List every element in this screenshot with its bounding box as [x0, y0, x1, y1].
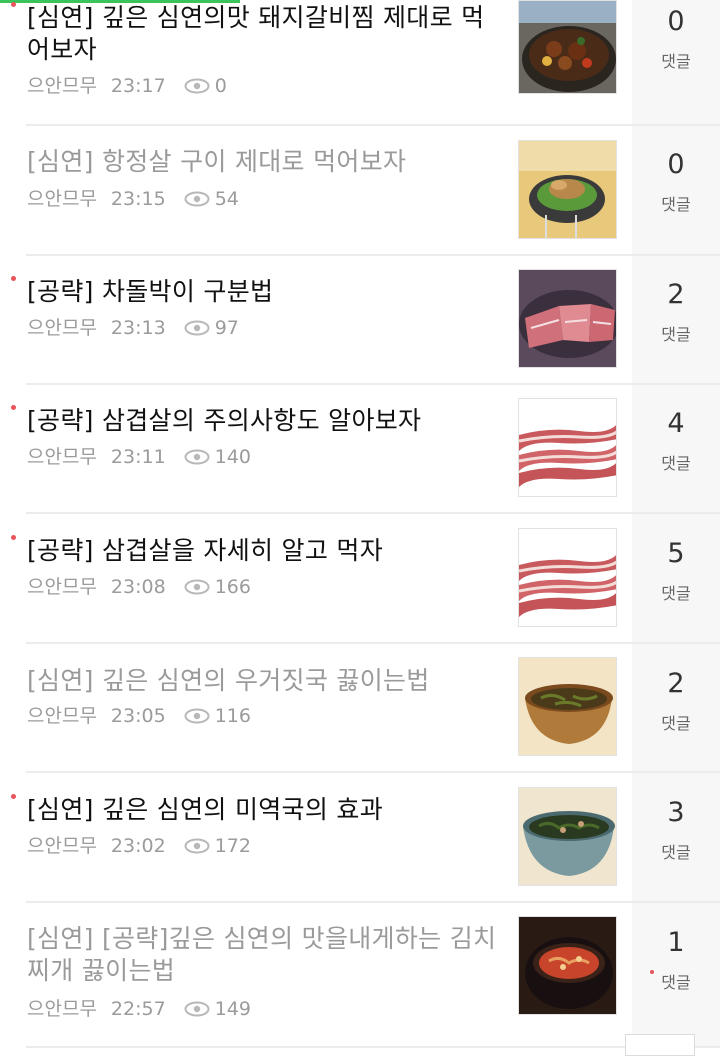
post-views: 54: [214, 188, 239, 210]
post-title[interactable]: [공략] 삼겹살의 주의사항도 알아보자: [27, 405, 497, 437]
eye-icon: [184, 320, 210, 336]
post-time: 23:17: [110, 75, 166, 97]
post-title[interactable]: [심연] 깊은 심연의 우거짓국 끓이는법: [27, 665, 497, 697]
comment-label: 댓글: [661, 714, 691, 733]
post-author: 으안므무: [27, 446, 97, 468]
post-time: 23:05: [110, 705, 166, 727]
eye-icon: [184, 1001, 210, 1017]
grilled-pork-jowl-thumbnail[interactable]: [518, 140, 617, 239]
cabbage-soup-thumbnail[interactable]: [518, 657, 617, 756]
post-views: 0: [214, 75, 227, 97]
post-meta: 으안므무 23:15 54: [27, 185, 239, 213]
post-title[interactable]: [심연] 깊은 심연의맛 돼지갈비찜 제대로 먹어보자: [27, 2, 497, 66]
post-meta: 으안므무 23:02 172: [27, 832, 251, 860]
post-item[interactable]: [심연] 깊은 심연의맛 돼지갈비찜 제대로 먹어보자 으안므무 23:17 0: [0, 0, 720, 126]
post-time: 23:13: [110, 317, 166, 339]
post-views: 116: [214, 705, 251, 727]
eye-icon: [184, 838, 210, 854]
post-views: 172: [214, 835, 251, 857]
post-author: 으안므무: [27, 576, 97, 598]
eye-icon: [184, 191, 210, 207]
comment-count-box[interactable]: 4 댓글: [632, 385, 720, 512]
post-author: 으안므무: [27, 317, 97, 339]
pork-belly-thumbnail[interactable]: [518, 398, 617, 497]
post-item[interactable]: [심연] [공략]깊은 심연의 맛을내게하는 김치찌개 끓이는법 으안므무 22…: [0, 903, 720, 1048]
new-indicator-dot: [11, 405, 16, 410]
post-item[interactable]: [공략] 삼겹살을 자세히 알고 먹자 으안므무 23:08 166 5 댓글: [0, 514, 720, 644]
comment-count-box[interactable]: 1 댓글: [632, 903, 720, 1048]
beef-brisket-thumbnail[interactable]: [518, 269, 617, 368]
comment-label: 댓글: [661, 973, 691, 992]
comment-label: 댓글: [661, 584, 691, 603]
comment-count-box[interactable]: 2 댓글: [632, 644, 720, 771]
braised-pork-ribs-thumbnail[interactable]: [518, 0, 617, 94]
comment-count: 2: [667, 668, 685, 699]
comment-count-box[interactable]: 5 댓글: [632, 514, 720, 642]
post-item[interactable]: [심연] 항정살 구이 제대로 먹어보자 으안므무 23:15 54 0 댓글: [0, 126, 720, 256]
post-title[interactable]: [공략] 차돌박이 구분법: [27, 276, 497, 308]
post-author: 으안므무: [27, 835, 97, 857]
new-indicator-dot: [11, 276, 16, 281]
post-author: 으안므무: [27, 998, 97, 1020]
post-views: 97: [214, 317, 239, 339]
comment-count: 0: [667, 6, 685, 37]
post-time: 23:02: [110, 835, 166, 857]
post-meta: 으안므무 23:08 166: [27, 573, 251, 601]
post-item[interactable]: [심연] 깊은 심연의 미역국의 효과 으안므무 23:02 172 3 댓글: [0, 773, 720, 903]
pork-belly-thumbnail[interactable]: [518, 528, 617, 627]
post-meta: 으안므무 23:05 116: [27, 702, 251, 730]
comment-label: 댓글: [661, 843, 691, 862]
post-item[interactable]: [공략] 삼겹살의 주의사항도 알아보자 으안므무 23:11 140 4 댓글: [0, 385, 720, 514]
post-time: 23:11: [110, 446, 166, 468]
post-views: 149: [214, 998, 251, 1020]
comment-count: 2: [667, 279, 685, 310]
post-time: 22:57: [110, 998, 166, 1020]
post-author: 으안므무: [27, 705, 97, 727]
floating-button-edge[interactable]: [625, 1034, 695, 1056]
comment-label: 댓글: [661, 52, 691, 71]
post-title[interactable]: [심연] [공략]깊은 심연의 맛을내게하는 김치찌개 끓이는법: [27, 923, 497, 987]
post-time: 23:08: [110, 576, 166, 598]
post-item[interactable]: [공략] 차돌박이 구분법 으안므무 23:13 97 2 댓글: [0, 256, 720, 385]
kimchi-stew-thumbnail[interactable]: [518, 916, 617, 1015]
comment-count-box[interactable]: 0 댓글: [632, 0, 720, 124]
comment-label: 댓글: [661, 325, 691, 344]
post-author: 으안므무: [27, 188, 97, 210]
comment-count: 4: [667, 408, 685, 439]
post-meta: 으안므무 23:17 0: [27, 72, 227, 100]
eye-icon: [184, 78, 210, 94]
eye-icon: [184, 449, 210, 465]
post-title[interactable]: [심연] 항정살 구이 제대로 먹어보자: [27, 146, 497, 178]
comment-count-box[interactable]: 3 댓글: [632, 773, 720, 901]
post-time: 23:15: [110, 188, 166, 210]
post-item[interactable]: [심연] 깊은 심연의 우거짓국 끓이는법 으안므무 23:05 116 2 댓…: [0, 644, 720, 773]
eye-icon: [184, 708, 210, 724]
new-indicator-dot: [11, 794, 16, 799]
post-title[interactable]: [공략] 삼겹살을 자세히 알고 먹자: [27, 535, 497, 567]
comment-count: 0: [667, 149, 685, 180]
comment-count-box[interactable]: 0 댓글: [632, 126, 720, 254]
post-meta: 으안므무 23:13 97: [27, 314, 239, 342]
comment-count: 1: [667, 927, 685, 958]
post-title[interactable]: [심연] 깊은 심연의 미역국의 효과: [27, 794, 497, 826]
comment-label: 댓글: [661, 454, 691, 473]
comment-count: 3: [667, 797, 685, 828]
seaweed-soup-thumbnail[interactable]: [518, 787, 617, 886]
post-author: 으안므무: [27, 75, 97, 97]
comment-count: 5: [667, 538, 685, 569]
new-indicator-dot: [11, 2, 16, 7]
eye-icon: [184, 579, 210, 595]
comment-count-box[interactable]: 2 댓글: [632, 256, 720, 383]
new-indicator-dot: [11, 535, 16, 540]
post-views: 166: [214, 576, 251, 598]
post-meta: 으안므무 23:11 140: [27, 443, 251, 471]
post-views: 140: [214, 446, 251, 468]
post-meta: 으안므무 22:57 149: [27, 995, 251, 1023]
comment-label: 댓글: [661, 195, 691, 214]
